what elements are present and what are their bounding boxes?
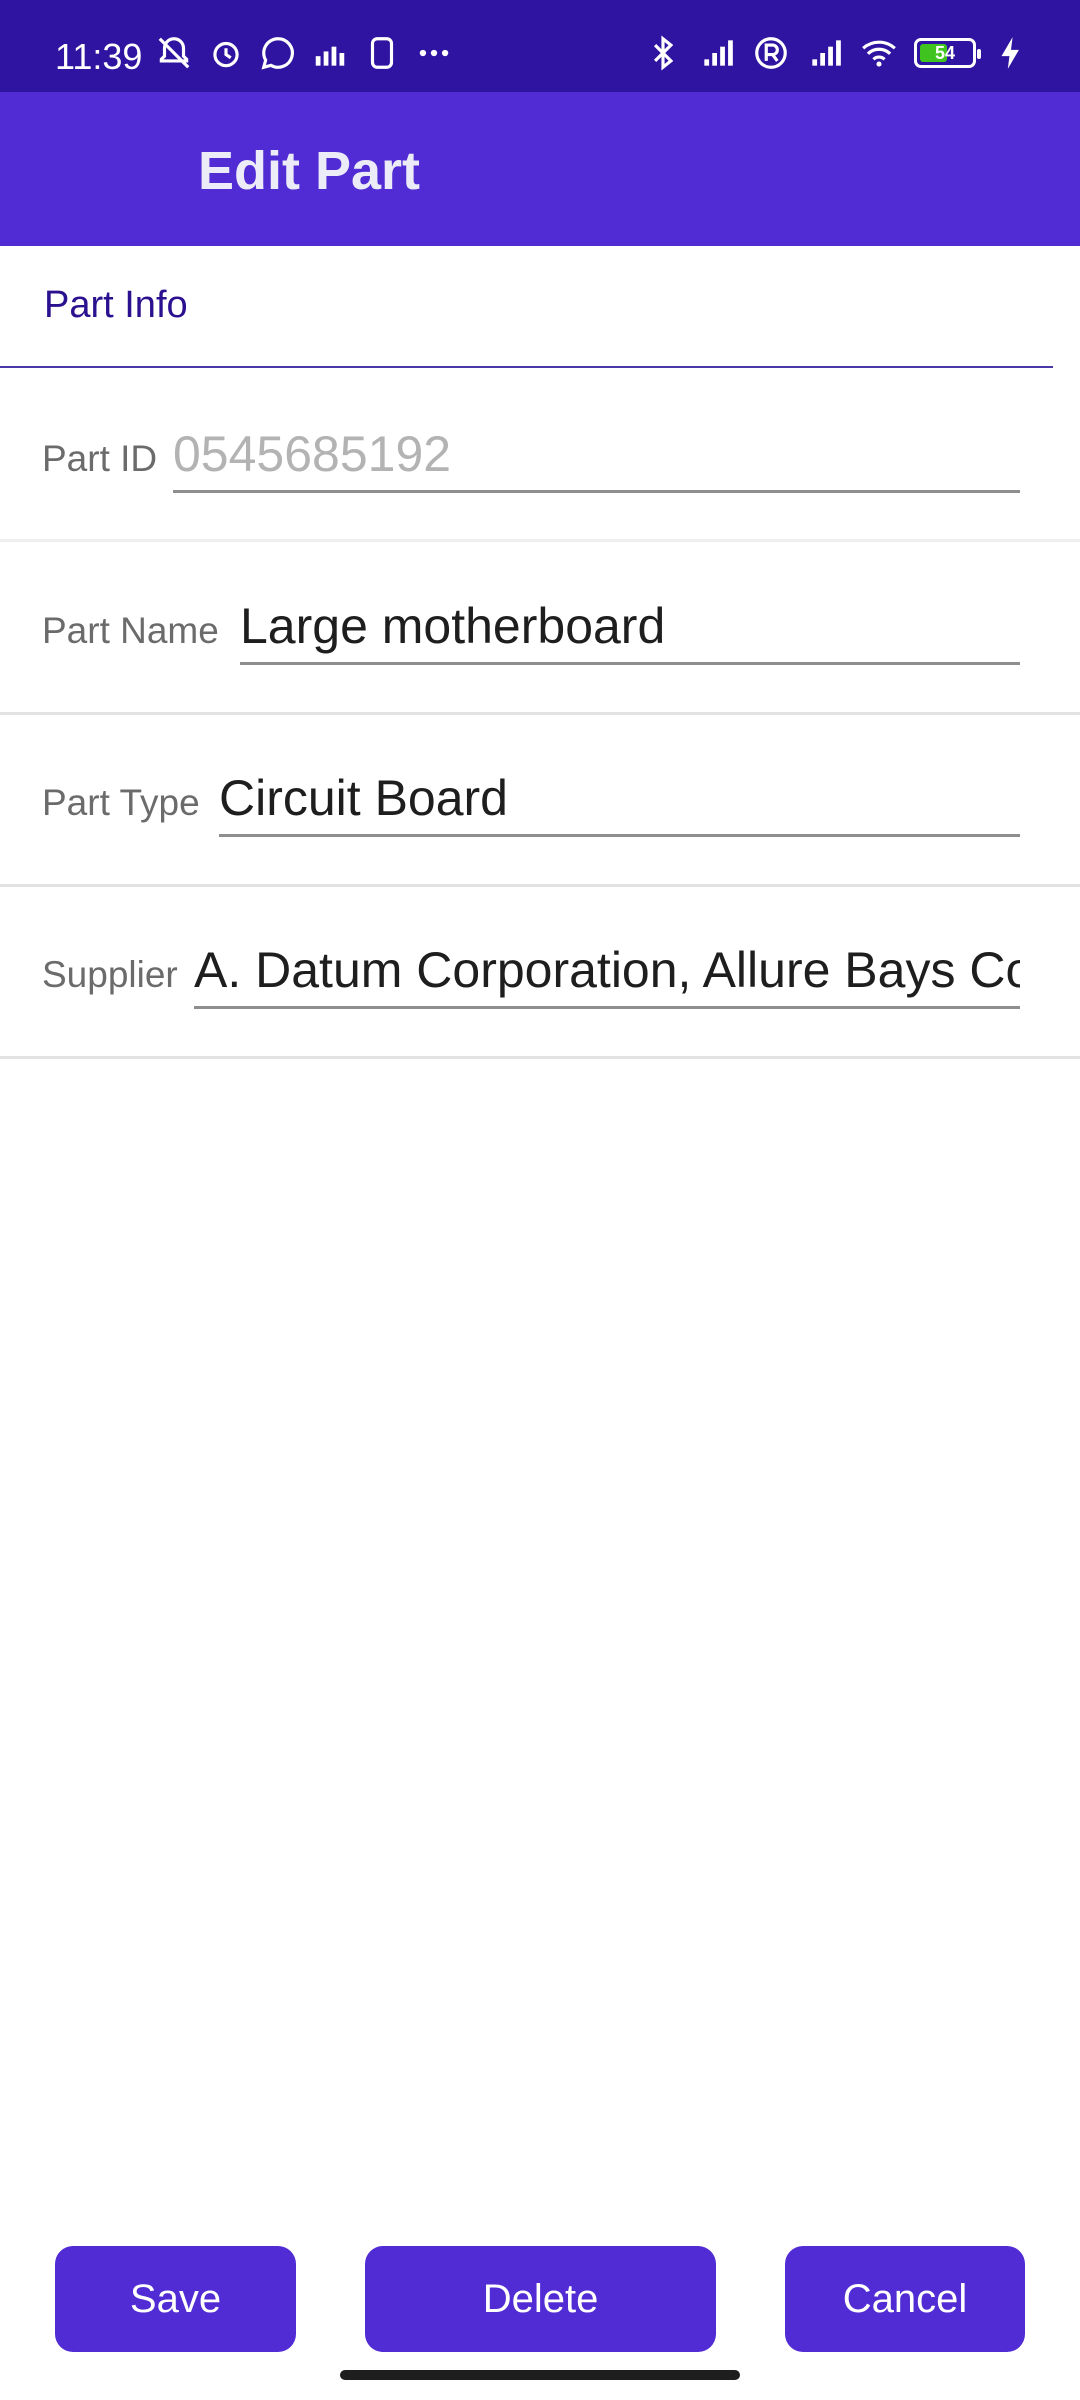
battery-icon: 54 — [914, 38, 981, 68]
part-name-label: Part Name — [42, 610, 219, 651]
section-title: Part Info — [44, 284, 188, 326]
delete-button[interactable]: Delete — [365, 2246, 716, 2352]
supplier-label: Supplier — [42, 954, 178, 995]
status-time: 11:39 — [55, 36, 143, 77]
alarm-icon — [207, 34, 245, 72]
bluetooth-icon — [644, 34, 682, 72]
row-divider — [0, 1056, 1080, 1059]
field-row-part-type: Part Type — [0, 712, 1080, 884]
page-title: Edit Part — [198, 141, 421, 201]
status-bar: 11:39 54 — [0, 0, 1080, 92]
signal-icon — [806, 34, 844, 72]
field-row-supplier: Supplier — [0, 884, 1080, 1056]
equalizer-icon — [311, 34, 349, 72]
whatsapp-icon — [259, 34, 297, 72]
status-icons-left — [155, 34, 453, 72]
wifi-icon — [860, 34, 898, 72]
part-id-label: Part ID — [42, 438, 158, 479]
app-bar: Edit Part — [0, 92, 1080, 246]
more-dots-icon — [415, 34, 453, 72]
sim-icon — [363, 34, 401, 72]
part-name-underline — [240, 662, 1020, 665]
registered-icon — [752, 34, 790, 72]
status-icons-right: 54 — [644, 34, 1030, 72]
part-type-label: Part Type — [42, 782, 200, 823]
supplier-underline — [194, 1006, 1020, 1009]
field-row-part-name: Part Name — [0, 540, 1080, 712]
part-id-underline — [173, 490, 1020, 493]
field-row-part-id: Part ID — [0, 368, 1080, 540]
signal-4g-icon — [698, 34, 736, 72]
battery-cap — [977, 49, 981, 59]
supplier-input[interactable] — [194, 932, 1020, 1008]
muted-alarm-icon — [155, 34, 193, 72]
charging-icon — [992, 34, 1030, 72]
cancel-button[interactable]: Cancel — [785, 2246, 1025, 2352]
part-id-input[interactable] — [173, 416, 1020, 492]
part-type-input[interactable] — [219, 760, 1020, 836]
part-name-input[interactable] — [240, 588, 1020, 664]
part-type-underline — [219, 834, 1020, 837]
battery-level: 54 — [934, 42, 956, 63]
save-button[interactable]: Save — [55, 2246, 296, 2352]
home-indicator[interactable] — [340, 2370, 740, 2380]
